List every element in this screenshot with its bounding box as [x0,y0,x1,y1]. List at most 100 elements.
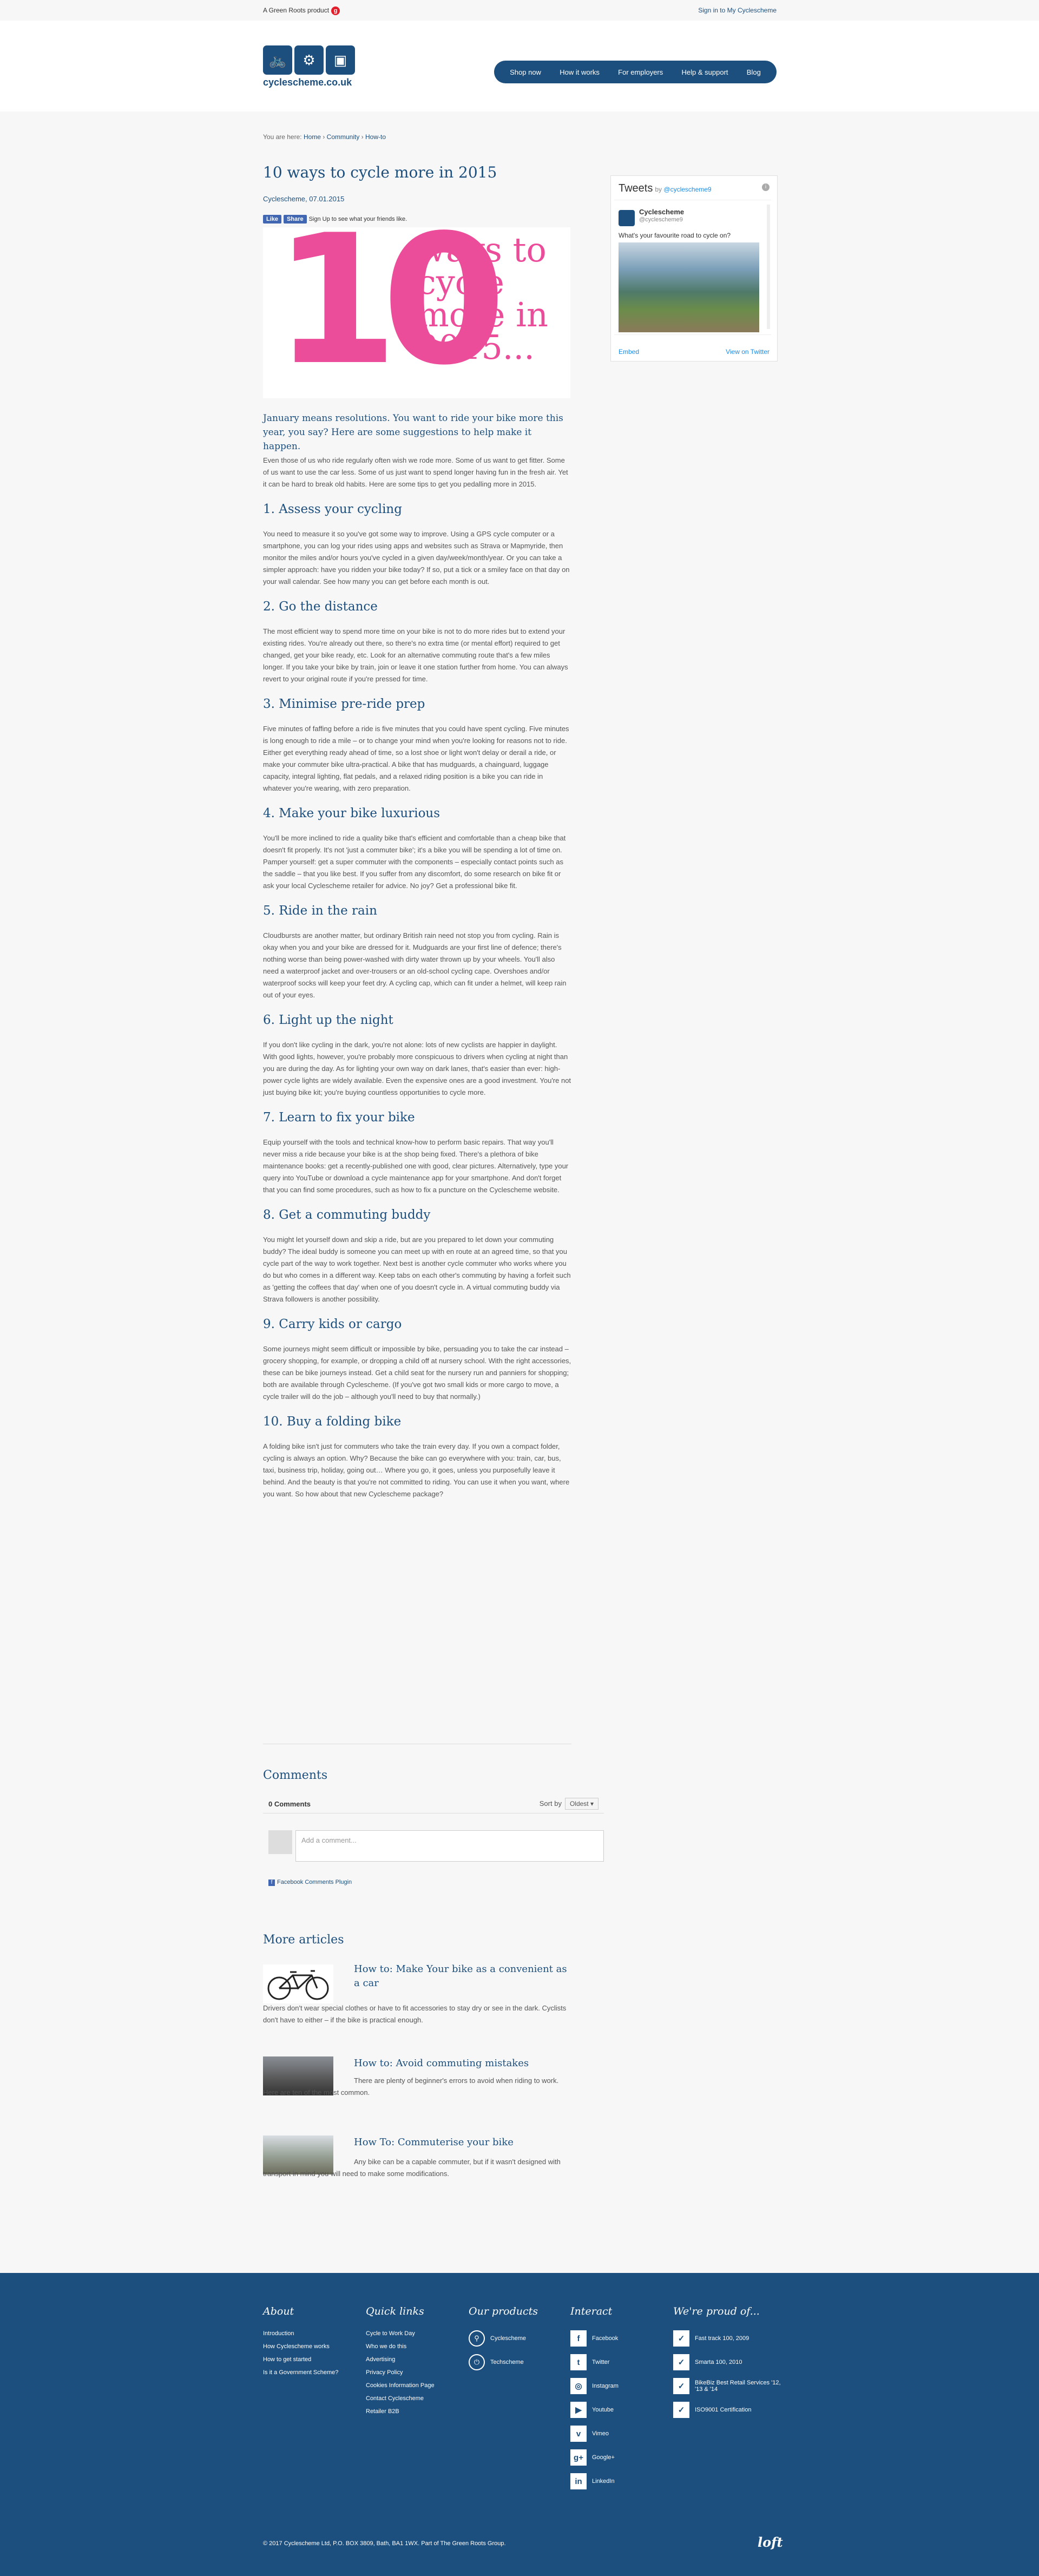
tweet-user-name[interactable]: Cyclescheme [639,208,684,216]
bicycle-icon [267,1970,329,2000]
tweets-embed-link[interactable]: Embed [619,348,639,356]
main-nav: Shop now How it works For employers Help… [494,61,777,83]
article-thumbnail-bike[interactable] [263,1964,333,2003]
breadcrumb-how-to[interactable]: How-to [365,133,386,141]
footer-link[interactable]: Retailer B2B [366,2408,435,2415]
bag-logo-icon: ▣ [326,45,355,75]
section-text: You need to measure it so you've got som… [263,530,570,586]
breadcrumb-prefix: You are here: [263,133,302,141]
fb-share-button[interactable]: Share [284,215,307,224]
footer-products: Our products ⚲ Cyclescheme ⏻ Techscheme [469,2305,538,2378]
avatar [619,210,635,226]
fb-like-button[interactable]: Like [263,215,282,224]
nav-for-employers[interactable]: For employers [618,68,663,76]
breadcrumb: You are here: Home › Community › How-to [263,133,386,141]
footer-copyright: © 2017 Cyclescheme Ltd, P.O. BOX 3809, B… [263,2540,506,2547]
footer-social-link[interactable]: ◎ Instagram [570,2378,619,2394]
footer-social-link[interactable]: ▶ Youtube [570,2402,619,2418]
green-roots-logo-icon: g [331,6,340,15]
footer-social-link[interactable]: v Vimeo [570,2426,619,2442]
section-text: Cloudbursts are another matter, but ordi… [263,931,567,999]
info-icon[interactable]: i [762,183,770,191]
site-logo[interactable]: 🚲 ⚙ ▣ cyclescheme.co.uk [263,45,356,91]
more-article-text: Any bike can be a capable commuter, but … [263,2158,561,2178]
tweets-header: Tweets by @cyclescheme9 [619,182,712,195]
award-logo-icon: ✓ [673,2402,689,2418]
tweet-photo[interactable] [619,242,759,332]
footer-social-label: Twitter [592,2359,610,2365]
tweet-scrollbar[interactable] [767,205,770,329]
sort-select[interactable]: Oldest ▾ [564,1798,599,1810]
section-heading: 4. Make your bike luxurious [263,806,440,820]
tweets-by: by [655,186,662,193]
footer-product-label: Techscheme [490,2359,524,2365]
sort-label: Sort by [539,1799,562,1808]
footer-social-label: Instagram [592,2383,619,2389]
top-bar: A Green Roots product g Sign in to My Cyc… [0,0,1039,21]
footer-award-label: ISO9001 Certification [695,2407,752,2413]
sign-in-link[interactable]: Sign in to My Cyclescheme [698,6,777,14]
footer-award-label: Fast track 100, 2009 [695,2335,749,2342]
article-intro: Even those of us who ride regularly ofte… [263,456,568,488]
footer-link[interactable]: Privacy Policy [366,2369,435,2376]
footer-link[interactable]: How to get started [263,2356,338,2363]
footer-link[interactable]: Cookies Information Page [366,2382,435,2389]
footer-link[interactable]: Who we do this [366,2343,435,2350]
footer-link[interactable]: How Cyclescheme works [263,2343,338,2350]
footer-link[interactable]: Introduction [263,2330,338,2337]
site-header: 🚲 ⚙ ▣ cyclescheme.co.uk Shop now How it … [0,21,1039,111]
facebook-icon: f [570,2330,587,2347]
footer-link[interactable]: Contact Cyclescheme [366,2395,435,2402]
tweets-handle-link[interactable]: @cyclescheme9 [663,186,711,193]
nav-help-support[interactable]: Help & support [682,68,728,76]
tweets-view-on-twitter-link[interactable]: View on Twitter [726,348,770,356]
comment-sort: Sort by Oldest ▾ [540,1798,599,1810]
footer-social-link[interactable]: g+ Google+ [570,2449,619,2466]
page-title: 10 ways to cycle more in 2015 [263,163,497,181]
fb-signup-text: Sign Up to see what your friends like. [308,216,407,222]
loft-logo[interactable]: loft [758,2534,783,2550]
comment-count: 0 Comments [268,1800,311,1808]
section-heading: 6. Light up the night [263,1013,393,1027]
more-article-title[interactable]: How To: Commuterise your bike [354,2135,570,2150]
nav-blog[interactable]: Blog [747,68,761,76]
footer-social-label: Youtube [592,2407,614,2413]
footer-social-label: Vimeo [592,2430,609,2437]
section-heading: 1. Assess your cycling [263,502,402,516]
section-heading: 8. Get a commuting buddy [263,1208,431,1222]
footer-product-label: Cyclescheme [490,2335,527,2342]
facebook-comments-plugin-link[interactable]: f Facebook Comments Plugin [268,1879,352,1886]
nav-how-it-works[interactable]: How it works [560,68,600,76]
avatar [268,1830,292,1854]
breadcrumb-home[interactable]: Home [304,133,321,141]
cyclescheme-icon: ⚲ [469,2330,485,2347]
tweet-user-handle[interactable]: @cyclescheme9 [639,216,683,223]
footer-social-link[interactable]: t Twitter [570,2354,619,2370]
bike-logo-icon: ⚙ [294,45,324,75]
footer-link[interactable]: Is it a Government Scheme? [263,2369,338,2376]
section-heading: 3. Minimise pre-ride prep [263,697,425,711]
footer-link[interactable]: Cycle to Work Day [366,2330,435,2337]
more-article-title[interactable]: How to: Avoid commuting mistakes [354,2056,570,2071]
footer-heading: Interact [570,2305,613,2317]
section-text: You'll be more inclined to ride a qualit… [263,834,566,890]
techscheme-icon: ⏻ [469,2354,485,2370]
twitter-icon: t [570,2354,587,2370]
nav-shop-now[interactable]: Shop now [510,68,541,76]
footer-heading: Our products [469,2305,538,2317]
section-heading: 10. Buy a folding bike [263,1415,402,1429]
footer-product-link[interactable]: ⚲ Cyclescheme [469,2330,538,2347]
footer-social-link[interactable]: in LinkedIn [570,2473,619,2489]
footer-product-link[interactable]: ⏻ Techscheme [469,2354,538,2370]
footer-social-link[interactable]: f Facebook [570,2330,619,2347]
footer-heading: Quick links [366,2305,424,2317]
footer-link[interactable]: Advertising [366,2356,435,2363]
breadcrumb-community[interactable]: Community [327,133,360,141]
section-text: A folding bike isn't just for commuters … [263,1442,570,1498]
tweet-text: What's your favourite road to cycle on? [619,232,731,239]
more-article-title[interactable]: How to: Make Your bike as a convenient a… [354,1962,570,1990]
footer-proud-of: We're proud of... ✓ Fast track 100, 2009 … [673,2305,781,2426]
section-text: The most efficient way to spend more tim… [263,627,568,683]
footer-award: ✓ BikeBiz Best Retail Services '12, '13 &… [673,2378,781,2394]
comment-input[interactable]: Add a comment... [295,1830,604,1862]
